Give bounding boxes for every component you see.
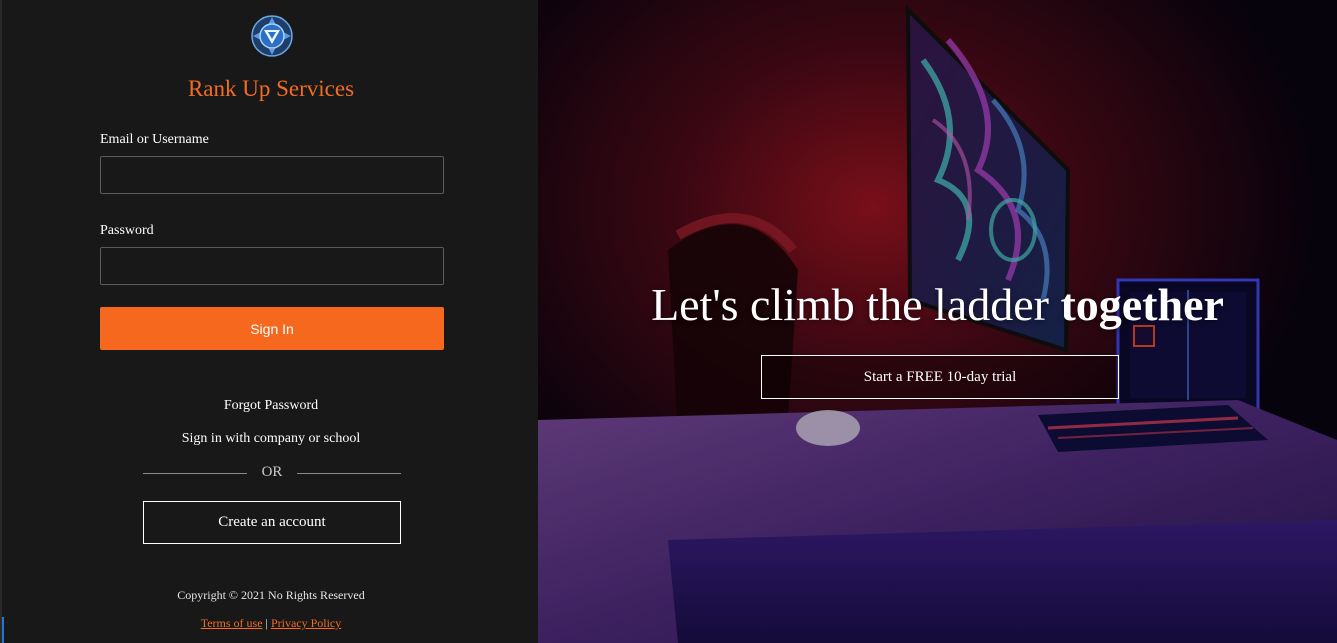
divider-right: [297, 473, 401, 474]
forgot-password-link[interactable]: Forgot Password: [2, 398, 540, 414]
copyright-text: Copyright © 2021 No Rights Reserved: [177, 588, 365, 602]
create-account-button[interactable]: Create an account: [143, 501, 401, 544]
hero-headline: Let's climb the ladder together: [538, 278, 1337, 331]
sign-in-button[interactable]: Sign In: [100, 307, 444, 350]
free-trial-button[interactable]: Start a FREE 10-day trial: [761, 355, 1119, 399]
headline-regular: Let's climb the ladder: [651, 279, 1061, 330]
legal-separator: |: [265, 616, 268, 630]
terms-of-use-link[interactable]: Terms of use: [201, 616, 263, 630]
email-label: Email or Username: [100, 132, 209, 147]
brand-name: Rank Up Services: [187, 76, 355, 101]
password-label: Password: [100, 223, 154, 238]
company-sign-in-link[interactable]: Sign in with company or school: [2, 431, 540, 447]
login-panel: Rank Up Services Email or Username Passw…: [0, 0, 538, 643]
legal-links: Terms of use | Privacy Policy: [2, 616, 540, 631]
email-field[interactable]: [100, 156, 444, 194]
shield-emblem-icon: [251, 15, 293, 57]
headline-bold: together: [1060, 279, 1224, 330]
password-field[interactable]: [100, 247, 444, 285]
privacy-policy-link[interactable]: Privacy Policy: [271, 616, 341, 630]
divider-left: [143, 473, 247, 474]
or-separator: OR: [261, 464, 283, 480]
hero-section: Let's climb the ladder together Start a …: [538, 0, 1337, 643]
